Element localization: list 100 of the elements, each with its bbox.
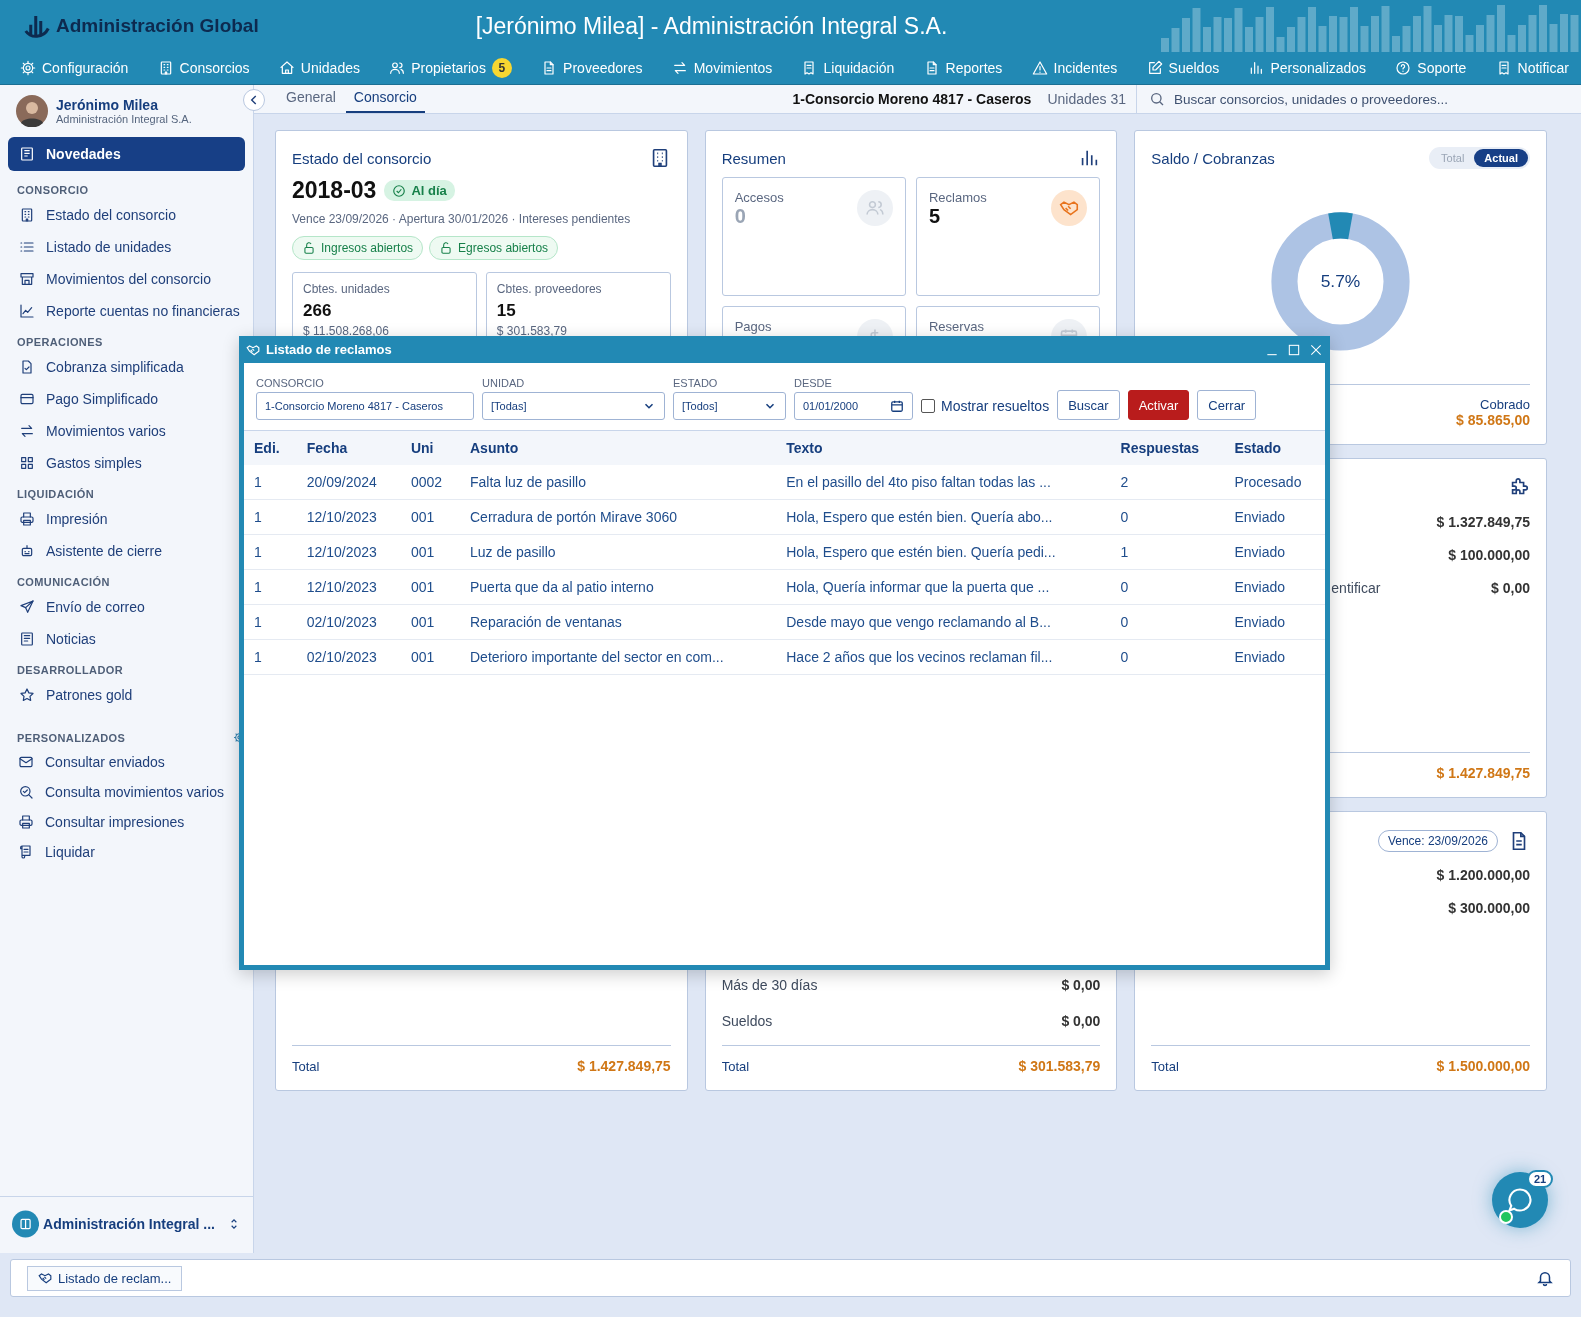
sidebar-item[interactable]: Asistente de cierre: [8, 535, 245, 567]
tab[interactable]: General: [278, 85, 344, 113]
action-button[interactable]: Cerrar: [1197, 390, 1257, 420]
stat-amount: $ 11.508.268,06: [303, 324, 390, 338]
row-amount: $ 0,00: [1061, 1013, 1101, 1029]
close-button[interactable]: [1309, 342, 1323, 357]
nav-item[interactable]: Proveedores: [541, 60, 643, 76]
unlock-icon: [302, 241, 316, 255]
edit-icon: [1146, 60, 1163, 76]
table-cell: 12/10/2023: [296, 499, 401, 535]
sidebar-item[interactable]: Reporte cuentas no financieras: [8, 295, 245, 327]
bell-icon[interactable]: [1536, 1269, 1554, 1287]
nav-item[interactable]: Unidades: [278, 60, 360, 76]
column-header: Edi.: [244, 431, 297, 465]
checkbox[interactable]: Mostrar resueltos: [921, 392, 1050, 420]
sidebar-item[interactable]: Impresión: [8, 503, 245, 535]
table-cell: Procesado: [1224, 465, 1325, 500]
nav-item[interactable]: Personalizados: [1248, 60, 1367, 76]
summary-tile[interactable]: Reclamos 5: [916, 177, 1101, 296]
filter-field[interactable]: 01/01/2000: [794, 392, 913, 420]
sidebar-item[interactable]: Noticias: [8, 623, 245, 655]
table-cell: 12/10/2023: [296, 569, 401, 605]
nav-item[interactable]: Configuración: [20, 60, 129, 76]
count-badge: 5: [491, 58, 512, 78]
column-header: Fecha: [296, 431, 401, 465]
sidebar-item[interactable]: Pago Simplificado: [8, 383, 245, 415]
table-cell: 1: [244, 465, 297, 500]
table-cell: 001: [400, 639, 460, 675]
row-amount: $ 1.327.849,75: [1436, 513, 1530, 530]
table-cell: Desde mayo que vengo reclamando al B...: [776, 604, 1111, 640]
house-icon: [278, 60, 295, 76]
nav-item[interactable]: Liquidación: [801, 60, 895, 76]
nav-item[interactable]: Soporte: [1395, 60, 1467, 76]
sidebar-item[interactable]: Movimientos del consorcio: [8, 263, 245, 295]
sidebar-item[interactable]: Consulta movimientos varios: [8, 777, 245, 807]
table-cell: 0: [1110, 639, 1225, 675]
nav-item[interactable]: Movimientos: [671, 60, 773, 76]
sidebar-item[interactable]: Estado del consorcio: [8, 199, 245, 231]
chat-button[interactable]: [1492, 1172, 1548, 1228]
star-icon: [19, 687, 35, 703]
sidebar-item[interactable]: Novedades: [8, 137, 245, 171]
row-amount: $ 300.000,00: [1448, 899, 1530, 916]
table-cell: Hola, Espero que estén bien. Quería pedi...: [776, 534, 1111, 570]
column-header: Respuestas: [1110, 431, 1225, 465]
table-cell: Reparación de ventanas: [460, 604, 777, 640]
document-check-icon: [19, 359, 35, 375]
maximize-button[interactable]: [1287, 342, 1301, 357]
card-title: Resumen: [721, 149, 786, 167]
sidebar-item[interactable]: Listado de unidades: [8, 231, 245, 263]
table-cell: Falta luz de pasillo: [460, 465, 777, 500]
nav-item[interactable]: Consorcios: [157, 60, 250, 76]
stat-label: Cbtes. proveedores: [496, 282, 603, 296]
filter-field[interactable]: [Todos]: [673, 392, 786, 420]
status-tag: Egresos abiertos: [429, 236, 559, 260]
sidebar-item[interactable]: Consultar impresiones: [8, 807, 245, 837]
sidebar-item[interactable]: Envío de correo: [8, 591, 245, 623]
action-button[interactable]: Activar: [1127, 390, 1190, 420]
chat-icon: [1506, 1186, 1534, 1214]
filter-field[interactable]: [Todas]: [482, 392, 665, 420]
scroll-icon: [18, 844, 34, 860]
sidebar-item[interactable]: Gastos simples: [8, 447, 245, 479]
toggle-option[interactable]: Actual: [1474, 149, 1528, 167]
count-badge: 21: [1527, 1170, 1554, 1188]
summary-tile[interactable]: Accesos 0: [721, 177, 906, 296]
sidebar-item[interactable]: Patrones gold: [8, 679, 245, 711]
tab[interactable]: Consorcio: [345, 85, 425, 113]
people-icon: [389, 60, 406, 76]
help-icon: [1395, 60, 1412, 76]
table-cell: Hace 2 años que los vecinos reclaman fil...: [776, 639, 1111, 675]
sidebar-item[interactable]: Consultar enviados: [8, 747, 245, 777]
filter-field[interactable]: 1-Consorcio Moreno 4817 - Caseros: [256, 392, 474, 420]
check-circle-icon: [392, 183, 407, 198]
section-heading: COMUNICACIÓN: [17, 576, 110, 588]
total-label: Total: [721, 1058, 750, 1074]
search-icon: [1149, 91, 1165, 107]
newspaper-icon: [19, 631, 35, 647]
sidebar-item[interactable]: Movimientos varios: [8, 415, 245, 447]
table-cell: 02/10/2023: [296, 604, 401, 640]
tile-label: Pagos: [734, 319, 772, 334]
table-cell: 1: [244, 639, 297, 675]
column-header: Asunto: [460, 431, 777, 465]
taskbar-item[interactable]: Listado de reclam...: [27, 1265, 183, 1291]
nav-item[interactable]: Incidentes: [1031, 60, 1118, 76]
field-label: UNIDAD: [482, 377, 526, 389]
action-button[interactable]: Buscar: [1057, 390, 1120, 420]
arrows-icon: [19, 423, 35, 439]
nav-item[interactable]: Sueldos: [1146, 60, 1220, 76]
search-field[interactable]: Buscar consorcios, unidades o proveedores...: [1172, 90, 1581, 108]
user-org: Administración Integral S.A.: [56, 113, 192, 125]
sidebar-item[interactable]: Cobranza simplificada: [8, 351, 245, 383]
units-count: Unidades 31: [1047, 91, 1126, 107]
nav-item[interactable]: Propietarios 5: [389, 58, 512, 78]
sidebar-item[interactable]: Liquidar: [8, 837, 245, 867]
nav-item[interactable]: Reportes: [923, 60, 1003, 76]
table-cell: 1: [1110, 534, 1225, 570]
nav-item[interactable]: Notificar: [1495, 60, 1569, 76]
organization-switcher[interactable]: Administración Integral ...: [12, 1209, 241, 1239]
table-cell: Hola, Quería informar que la puerta que ...: [776, 569, 1111, 605]
brand-name: Administración Global: [56, 15, 259, 37]
table-cell: Cerradura de portón Mirave 3060: [460, 499, 777, 535]
